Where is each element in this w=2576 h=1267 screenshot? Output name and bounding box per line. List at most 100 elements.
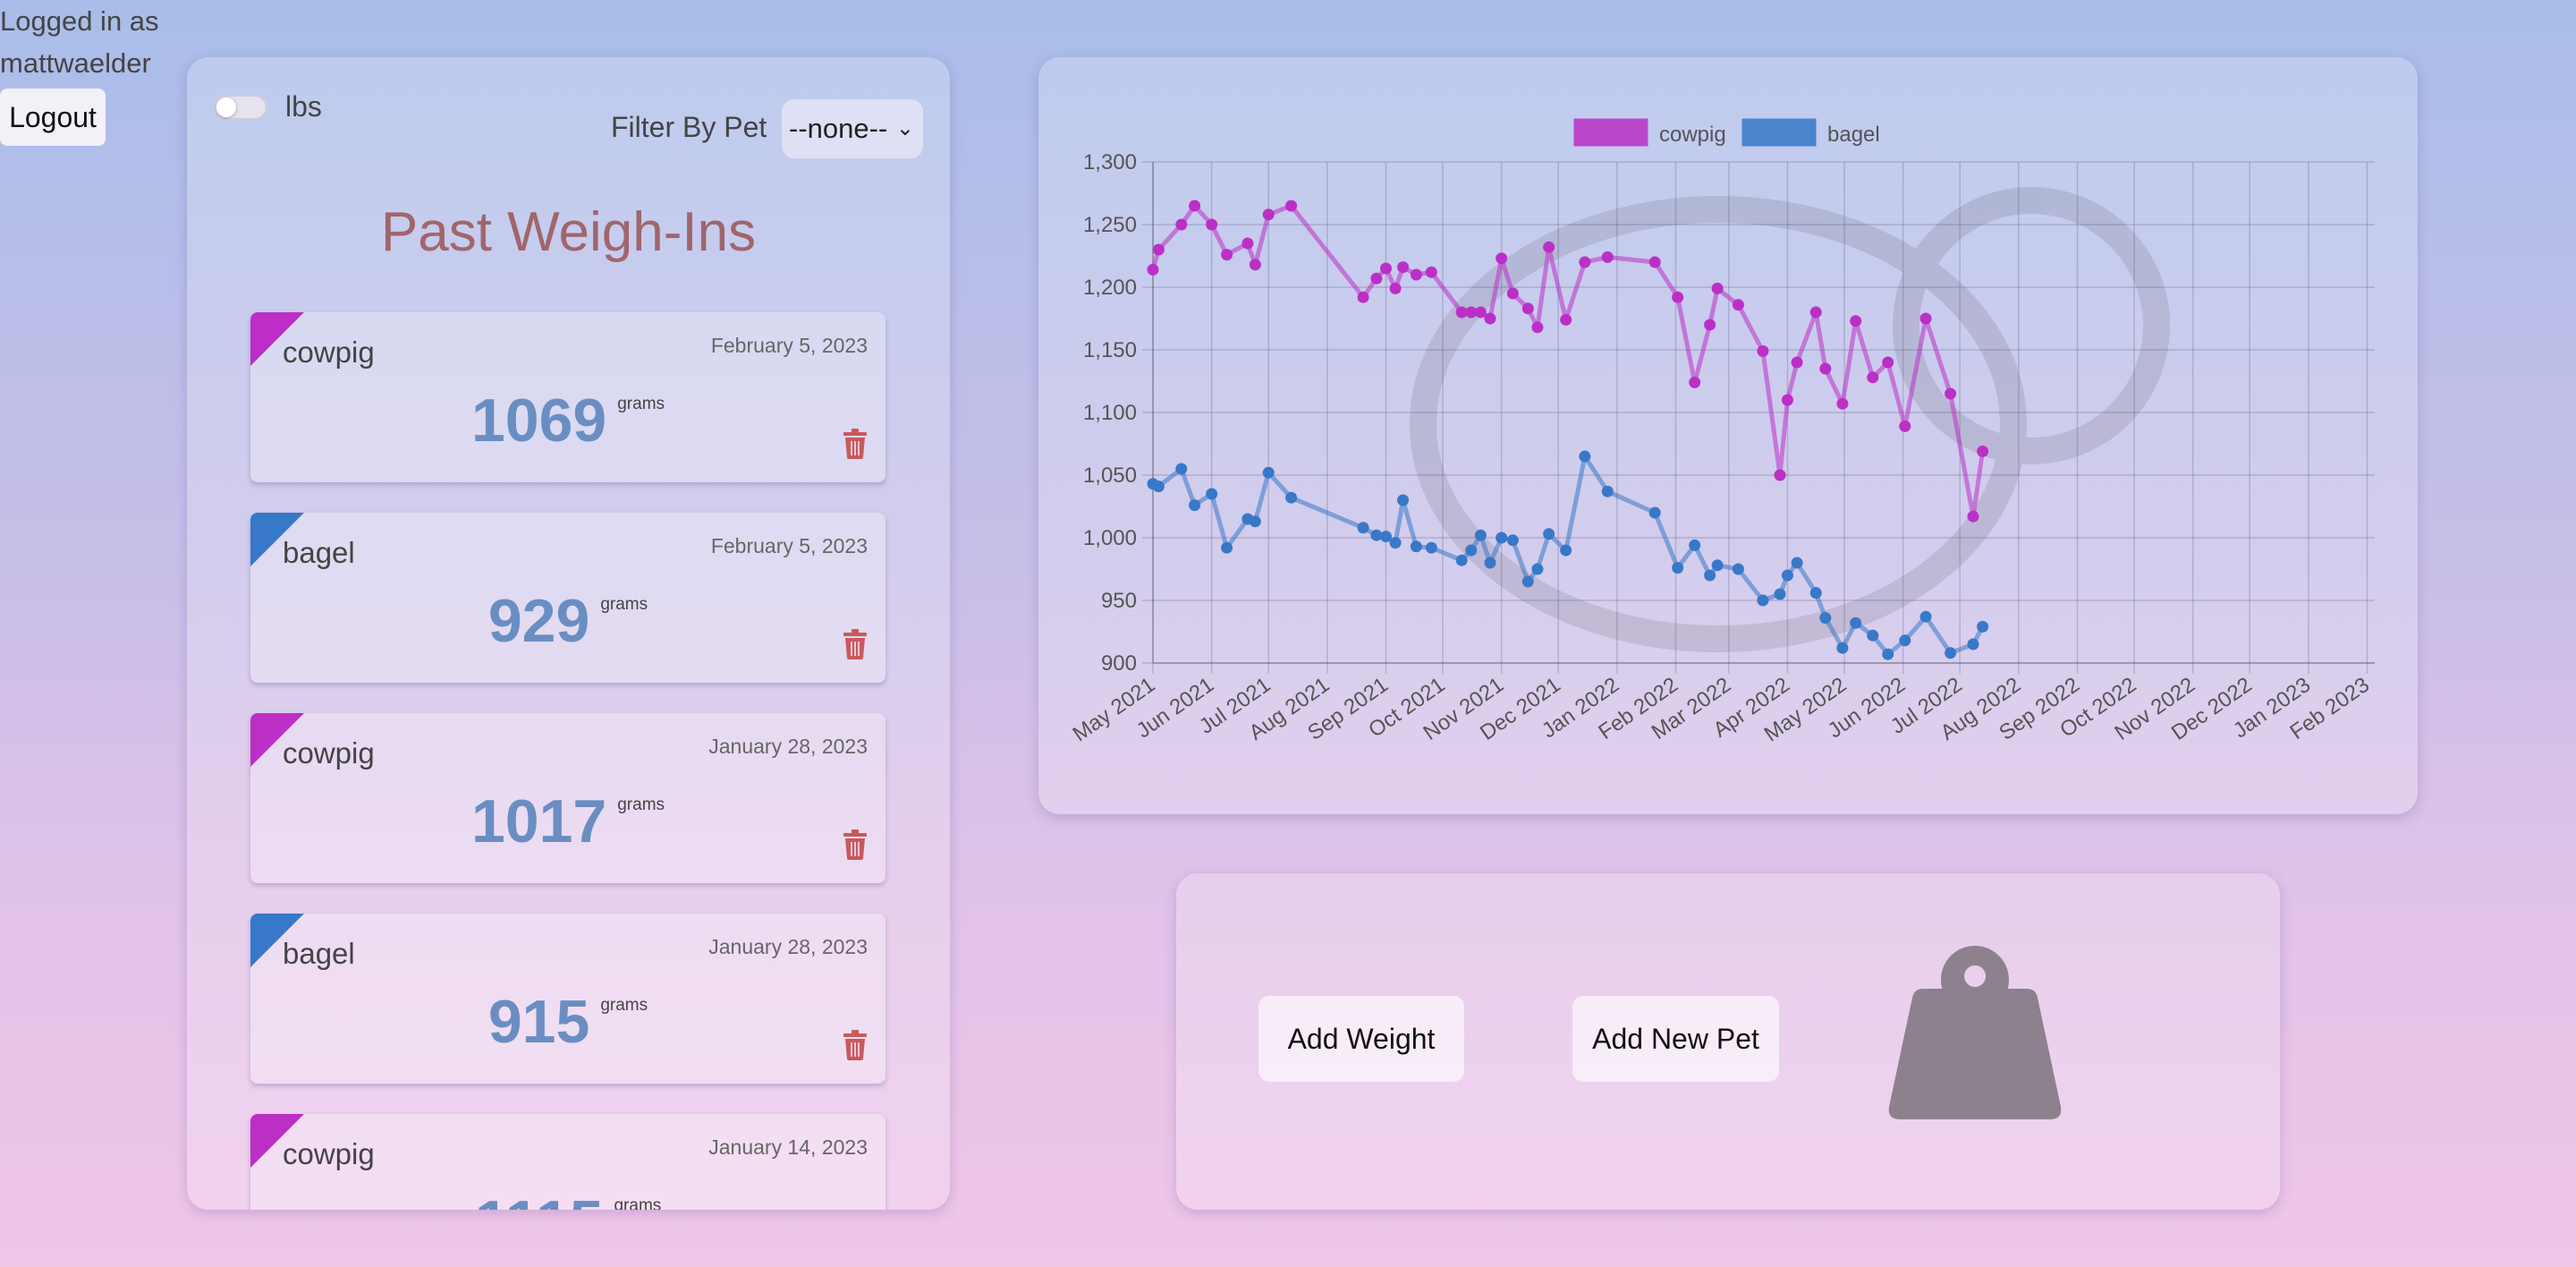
y-tick-label: 1,200 — [1083, 276, 1137, 300]
toggle-knob — [216, 98, 236, 117]
data-point-bagel — [1285, 491, 1298, 504]
weight-number: 929 — [487, 587, 590, 655]
data-point-cowpig — [1781, 394, 1793, 406]
data-point-bagel — [1465, 544, 1478, 557]
legend-swatch-bagel — [1741, 118, 1817, 147]
trash-icon[interactable] — [843, 429, 868, 459]
login-message: Logged in as mattwaelder — [0, 5, 159, 79]
data-point-bagel — [1601, 485, 1614, 497]
data-point-bagel — [1531, 563, 1544, 575]
data-point-cowpig — [1484, 312, 1496, 325]
data-point-cowpig — [1152, 243, 1165, 256]
data-point-bagel — [1945, 647, 1957, 659]
filter-label: Filter By Pet — [611, 111, 767, 143]
data-point-cowpig — [1262, 208, 1275, 221]
data-point-cowpig — [1206, 218, 1218, 231]
data-point-cowpig — [1241, 237, 1254, 250]
data-point-bagel — [1410, 540, 1422, 553]
weigh-in-card: cowpig February 5, 2023 1069 grams — [250, 312, 886, 482]
data-point-bagel — [1781, 569, 1793, 582]
data-point-bagel — [1474, 529, 1487, 541]
filter-value: --none-- — [789, 113, 888, 144]
weigh-in-date: January 28, 2023 — [708, 735, 868, 758]
data-point-bagel — [1977, 620, 1989, 633]
y-tick-label: 1,250 — [1083, 213, 1137, 237]
data-point-cowpig — [1379, 262, 1392, 275]
data-point-cowpig — [1977, 445, 1989, 457]
weigh-in-date: February 5, 2023 — [710, 334, 868, 357]
data-point-bagel — [1791, 557, 1803, 569]
data-point-cowpig — [1531, 321, 1544, 334]
weigh-in-card: bagel February 5, 2023 929 grams — [250, 513, 886, 683]
data-point-bagel — [1543, 528, 1555, 540]
data-point-cowpig — [1147, 263, 1159, 276]
data-point-bagel — [1484, 557, 1496, 569]
weigh-in-date: January 14, 2023 — [708, 1135, 868, 1159]
data-point-bagel — [1152, 480, 1165, 493]
trash-icon[interactable] — [843, 1030, 868, 1060]
data-point-cowpig — [1601, 251, 1614, 263]
data-point-cowpig — [1370, 272, 1383, 285]
trash-icon[interactable] — [843, 829, 868, 860]
logout-button[interactable]: Logout — [0, 89, 106, 146]
data-point-cowpig — [1506, 287, 1519, 300]
data-point-cowpig — [1774, 469, 1786, 481]
weigh-in-date: February 5, 2023 — [710, 534, 868, 557]
y-tick-label: 1,050 — [1083, 463, 1137, 488]
data-point-bagel — [1189, 499, 1201, 512]
y-tick-label: 950 — [1101, 589, 1137, 613]
unit-toggle[interactable] — [214, 95, 267, 120]
weight-number: 1017 — [470, 787, 607, 855]
data-point-cowpig — [1579, 256, 1591, 268]
chevron-down-icon: ⌄ — [895, 116, 914, 140]
data-point-bagel — [1249, 515, 1261, 528]
data-point-cowpig — [1819, 362, 1832, 375]
data-point-cowpig — [1711, 282, 1724, 294]
weight-unit: grams — [600, 595, 648, 614]
data-point-cowpig — [1850, 315, 1862, 327]
data-point-cowpig — [1474, 306, 1487, 319]
weight-value: 1017 grams — [250, 787, 886, 856]
data-point-cowpig — [1285, 200, 1298, 212]
weight-chart: 1,300 1,250 1,200 1,150 1,100 1,050 1,000 950 90… — [1038, 57, 2418, 814]
data-point-cowpig — [1919, 312, 1932, 325]
data-point-bagel — [1262, 466, 1275, 479]
data-point-bagel — [1560, 544, 1572, 557]
chart-svg: 1,300 1,250 1,200 1,150 1,100 1,050 1,000 950 90… — [1069, 118, 2375, 746]
logged-in-text: Logged in as mattwaelder — [0, 0, 170, 84]
data-point-cowpig — [1410, 268, 1422, 281]
weight-value: 1115 grams — [250, 1187, 886, 1210]
data-point-cowpig — [1397, 261, 1410, 274]
data-point-bagel — [1899, 634, 1911, 647]
data-point-bagel — [1711, 559, 1724, 572]
data-point-bagel — [1882, 648, 1894, 660]
legend-label-cowpig: cowpig — [1659, 123, 1726, 147]
trash-icon[interactable] — [843, 629, 868, 659]
data-point-bagel — [1506, 534, 1519, 547]
data-point-cowpig — [1648, 256, 1661, 268]
data-point-bagel — [1455, 554, 1468, 566]
data-point-bagel — [1689, 539, 1701, 551]
weight-unit: grams — [617, 795, 665, 814]
weigh-in-card: cowpig January 28, 2023 1017 grams — [250, 713, 886, 883]
data-point-bagel — [1221, 541, 1233, 554]
pet-filter-select[interactable]: --none-- ⌄ — [782, 99, 923, 158]
weigh-in-date: January 28, 2023 — [708, 935, 868, 958]
pet-name: cowpig — [283, 736, 375, 770]
add-pet-button[interactable]: Add New Pet — [1572, 996, 1779, 1082]
data-point-cowpig — [1521, 302, 1534, 315]
data-point-cowpig — [1425, 266, 1437, 278]
data-point-cowpig — [1560, 313, 1572, 326]
data-point-bagel — [1379, 531, 1392, 543]
weigh-in-card: bagel January 28, 2023 915 grams — [250, 914, 886, 1084]
weigh-ins-panel: lbs Filter By Pet --none-- ⌄ Past Weigh-… — [187, 57, 950, 1210]
legend-swatch-cowpig — [1573, 118, 1648, 147]
data-point-cowpig — [1967, 510, 1979, 523]
data-point-bagel — [1850, 616, 1862, 629]
data-point-bagel — [1919, 610, 1932, 623]
data-point-cowpig — [1389, 282, 1402, 294]
data-point-bagel — [1397, 494, 1410, 506]
y-tick-label: 1,000 — [1083, 526, 1137, 550]
data-point-bagel — [1732, 563, 1744, 575]
add-weight-button[interactable]: Add Weight — [1258, 996, 1464, 1082]
